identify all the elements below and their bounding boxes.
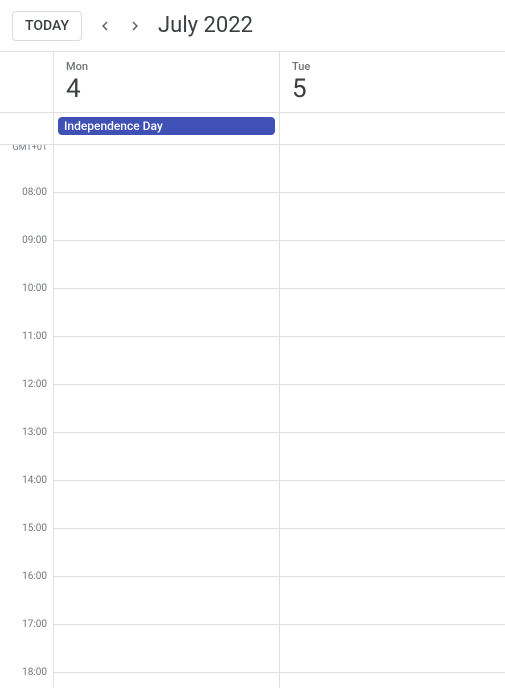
day-header-mon: Mon 4 — [54, 52, 280, 112]
all-day-cell-mon: Independence Day — [54, 113, 280, 144]
day-header-tue: Tue 5 — [280, 52, 505, 112]
hour-cell-mon-1500[interactable] — [54, 529, 279, 577]
hour-cell-tue-1000[interactable] — [280, 289, 505, 337]
hour-cell-tue-1100[interactable] — [280, 337, 505, 385]
hour-cell-mon-0900[interactable] — [54, 241, 279, 289]
day-column-tue — [280, 145, 505, 688]
time-label-0800: 08:00 — [0, 193, 53, 241]
hour-cell-tue-gmt[interactable] — [280, 145, 505, 193]
time-label-1600: 16:00 — [0, 577, 53, 625]
hour-cell-mon-1800[interactable] — [54, 673, 279, 688]
time-label-1800: 18:00 — [0, 673, 53, 688]
hour-cell-mon-1700[interactable] — [54, 625, 279, 673]
time-label-1500: 15:00 — [0, 529, 53, 577]
calendar-header: TODAY July 2022 — [0, 0, 505, 52]
hour-cell-mon-1400[interactable] — [54, 481, 279, 529]
hour-cell-mon-1600[interactable] — [54, 577, 279, 625]
hour-cell-tue-1800[interactable] — [280, 673, 505, 688]
hour-cell-tue-1300[interactable] — [280, 433, 505, 481]
hour-cell-tue-0800[interactable] — [280, 193, 505, 241]
hour-cell-tue-1600[interactable] — [280, 577, 505, 625]
calendar-grid: Mon 4 Tue 5 Independence Day GMT+01 08:0… — [0, 52, 505, 688]
hour-cell-tue-1400[interactable] — [280, 481, 505, 529]
day-name-tue: Tue — [292, 60, 493, 73]
day-number-mon: 4 — [66, 75, 267, 104]
time-label-1000: 10:00 — [0, 289, 53, 337]
day-columns — [54, 145, 505, 688]
all-day-gutter — [0, 113, 54, 144]
hour-cell-mon-1300[interactable] — [54, 433, 279, 481]
time-label-1300: 13:00 — [0, 433, 53, 481]
time-label-1200: 12:00 — [0, 385, 53, 433]
hour-cell-tue-0900[interactable] — [280, 241, 505, 289]
day-column-mon — [54, 145, 280, 688]
today-button[interactable]: TODAY — [12, 11, 82, 41]
day-headers-row: Mon 4 Tue 5 — [0, 52, 505, 113]
time-label-1100: 11:00 — [0, 337, 53, 385]
time-gutter: GMT+01 08:00 09:00 10:00 11:00 12:00 13:… — [0, 145, 54, 688]
time-label-1400: 14:00 — [0, 481, 53, 529]
time-label-1700: 17:00 — [0, 625, 53, 673]
prev-button[interactable] — [90, 11, 120, 41]
all-day-row: Independence Day — [0, 113, 505, 145]
hour-cell-tue-1700[interactable] — [280, 625, 505, 673]
hour-cell-mon-1100[interactable] — [54, 337, 279, 385]
hour-cell-tue-1500[interactable] — [280, 529, 505, 577]
timezone-label: GMT+01 — [0, 145, 53, 193]
independence-day-event[interactable]: Independence Day — [58, 117, 275, 135]
all-day-cell-tue — [280, 113, 505, 144]
time-label-0900: 09:00 — [0, 241, 53, 289]
time-slots: GMT+01 08:00 09:00 10:00 11:00 12:00 13:… — [0, 145, 505, 688]
hour-cell-mon-0800[interactable] — [54, 193, 279, 241]
next-button[interactable] — [120, 11, 150, 41]
day-number-tue: 5 — [292, 75, 493, 104]
hour-cell-mon-1200[interactable] — [54, 385, 279, 433]
day-name-mon: Mon — [66, 60, 267, 73]
hour-cell-tue-1200[interactable] — [280, 385, 505, 433]
month-title: July 2022 — [158, 13, 253, 38]
hour-cell-mon-gmt[interactable] — [54, 145, 279, 193]
hour-cell-mon-1000[interactable] — [54, 289, 279, 337]
gutter-spacer — [0, 52, 54, 112]
